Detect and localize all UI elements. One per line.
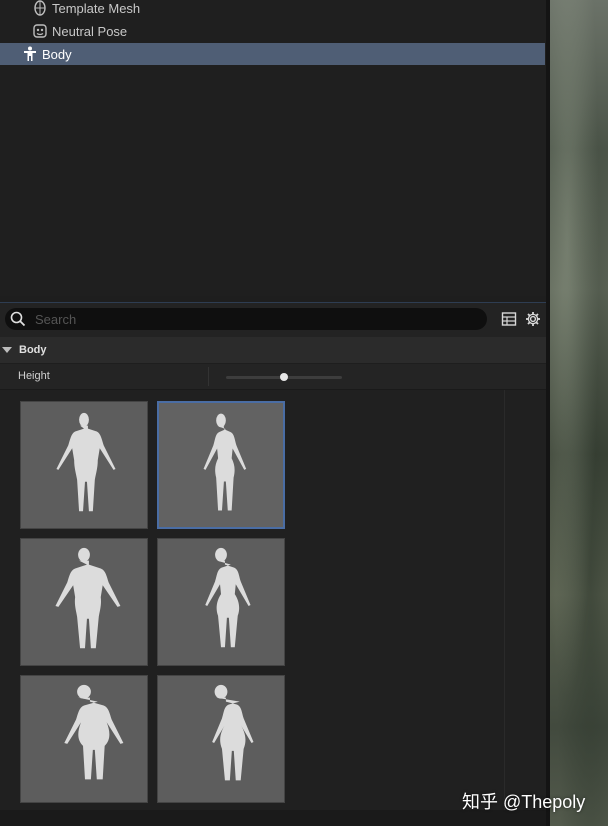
character-panel: Template Mesh Neutral Pose Body Search B… [0, 0, 550, 826]
collapse-arrow-icon[interactable] [2, 347, 12, 353]
average-male-figure [55, 547, 121, 649]
tree-item-body[interactable]: Body [0, 43, 545, 65]
body-icon [22, 46, 38, 62]
neutral-pose-icon [32, 23, 48, 39]
tree-item-label: Body [42, 46, 72, 62]
watermark-text: 知乎 @Thepoly [462, 792, 586, 812]
category-label: Body [19, 344, 47, 356]
column-divider[interactable] [208, 367, 209, 386]
search-field[interactable] [5, 308, 487, 330]
tree-item-neutral-pose[interactable]: Neutral Pose [32, 20, 546, 42]
height-property-row: Height [0, 364, 546, 390]
heavy-male-figure [64, 684, 124, 780]
preset-heavy-male[interactable] [20, 675, 148, 803]
gear-icon[interactable] [524, 310, 542, 328]
slim-female-figure [203, 413, 247, 511]
heavy-female-figure [212, 684, 254, 781]
preset-slim-male[interactable] [20, 401, 148, 529]
template-mesh-icon [32, 0, 48, 16]
preset-slim-female[interactable] [157, 401, 285, 529]
tree-item-template-mesh[interactable]: Template Mesh [32, 0, 546, 19]
height-slider[interactable] [226, 373, 342, 381]
search-toolbar [0, 302, 546, 337]
slim-male-figure [56, 412, 116, 512]
preset-heavy-female[interactable] [157, 675, 285, 803]
table-view-icon[interactable] [500, 310, 518, 328]
height-label: Height [18, 370, 50, 382]
body-preset-grid [0, 390, 546, 810]
average-female-figure [205, 547, 251, 648]
category-header-body[interactable]: Body [0, 337, 546, 363]
preset-average-female[interactable] [157, 538, 285, 666]
height-slider-thumb[interactable] [280, 373, 288, 381]
search-input[interactable] [33, 310, 477, 328]
tree-item-label: Neutral Pose [52, 23, 128, 39]
preset-average-male[interactable] [20, 538, 148, 666]
grid-scroll-divider [504, 390, 505, 810]
3d-viewport[interactable] [550, 0, 608, 826]
hierarchy-tree: Template Mesh Neutral Pose Body [0, 0, 546, 296]
tree-item-label: Template Mesh [52, 0, 141, 16]
search-icon [7, 308, 29, 330]
